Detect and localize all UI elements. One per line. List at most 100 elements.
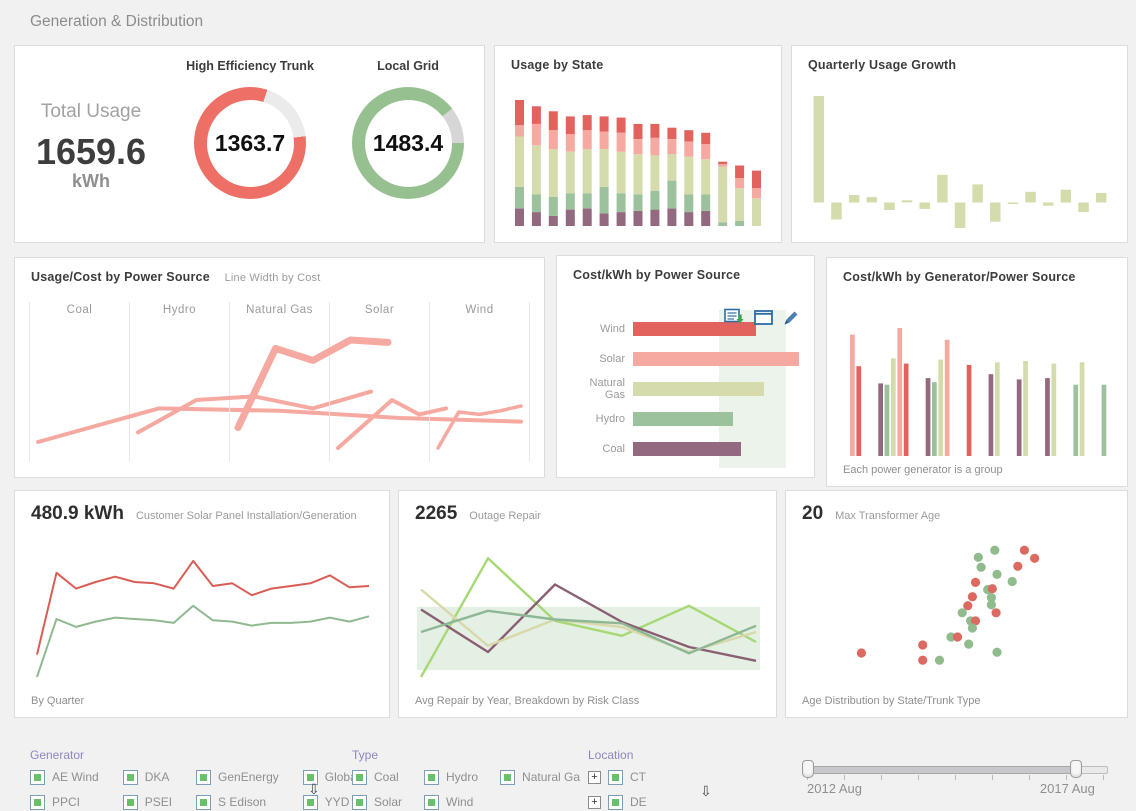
scatter-point[interactable] <box>974 553 983 562</box>
growth-bar[interactable] <box>972 184 983 202</box>
stacked-bar-segment[interactable] <box>684 130 693 141</box>
checkbox-checked-icon[interactable] <box>30 795 45 810</box>
stacked-bar-segment[interactable] <box>532 145 541 194</box>
power-source-mini-solar[interactable]: Solar <box>330 302 430 462</box>
growth-bar[interactable] <box>1061 190 1072 203</box>
scatter-point[interactable] <box>935 656 944 665</box>
scatter-point[interactable] <box>992 570 1001 579</box>
growth-bar[interactable] <box>814 96 825 203</box>
growth-bar[interactable] <box>867 197 878 202</box>
stacked-bar-segment[interactable] <box>701 133 710 144</box>
generator-bar[interactable] <box>1052 364 1057 456</box>
power-source-mini-hydro[interactable]: Hydro <box>130 302 230 462</box>
hbar-fill[interactable] <box>633 352 799 366</box>
stacked-bar-segment[interactable] <box>515 208 524 226</box>
stacked-bar-segment[interactable] <box>617 193 626 212</box>
scatter-point[interactable] <box>958 608 967 617</box>
stacked-bar-segment[interactable] <box>701 144 710 159</box>
stacked-bar-segment[interactable] <box>650 155 659 190</box>
stacked-bar-segment[interactable] <box>566 134 575 152</box>
stacked-bar-segment[interactable] <box>600 187 609 214</box>
slider-handle-start[interactable] <box>802 760 814 778</box>
scatter-point[interactable] <box>1013 562 1022 571</box>
checkbox-checked-icon[interactable] <box>608 795 623 810</box>
stacked-bar-segment[interactable] <box>617 212 626 226</box>
type-filter-natural-ga[interactable]: Natural Ga <box>500 768 580 786</box>
location-filter-ct[interactable]: +CT <box>588 768 647 786</box>
usage-cost-chart[interactable]: CoalHydroNatural GasSolarWind <box>29 302 530 462</box>
growth-bar[interactable] <box>831 203 842 220</box>
stacked-bar-segment[interactable] <box>515 187 524 208</box>
transformer-age-chart[interactable] <box>802 535 1113 687</box>
scatter-point[interactable] <box>990 546 999 555</box>
generator-filter-ppci[interactable]: PPCI <box>30 793 99 811</box>
stacked-bar-segment[interactable] <box>549 197 558 216</box>
slider-selected-range[interactable] <box>808 766 1076 774</box>
stacked-bar-segment[interactable] <box>532 212 541 226</box>
spark-line[interactable] <box>438 406 521 448</box>
stacked-bar-segment[interactable] <box>549 149 558 197</box>
scatter-point[interactable] <box>918 656 927 665</box>
checkbox-checked-icon[interactable] <box>500 770 515 785</box>
power-source-mini-natural-gas[interactable]: Natural Gas <box>230 302 330 462</box>
scatter-point[interactable] <box>1030 554 1039 563</box>
hbar-row-hydro[interactable]: Hydro <box>569 406 804 432</box>
location-filter-de[interactable]: +DE <box>588 793 647 811</box>
generator-filter-ae-wind[interactable]: AE Wind <box>30 768 99 786</box>
scatter-point[interactable] <box>1008 577 1017 586</box>
cost-kwh-chart[interactable]: WindSolarNatural GasHydroCoal <box>569 316 804 462</box>
growth-bar[interactable] <box>849 195 860 203</box>
slider-handle-end[interactable] <box>1070 760 1082 778</box>
stacked-bar-segment[interactable] <box>566 193 575 209</box>
stacked-bar-segment[interactable] <box>735 221 744 226</box>
hbar-fill[interactable] <box>633 412 733 426</box>
checkbox-checked-icon[interactable] <box>123 795 138 810</box>
line-series[interactable] <box>37 606 369 677</box>
stacked-bar-segment[interactable] <box>583 208 592 226</box>
scatter-point[interactable] <box>964 640 973 649</box>
generator-bar[interactable] <box>1073 385 1078 456</box>
growth-bar[interactable] <box>1078 203 1089 213</box>
scroll-down-icon[interactable]: ⇩ <box>700 783 712 800</box>
scatter-point[interactable] <box>968 623 977 632</box>
generator-filter-s-edison[interactable]: S Edison <box>196 793 279 811</box>
stacked-bar-segment[interactable] <box>752 198 761 226</box>
checkbox-checked-icon[interactable] <box>608 770 623 785</box>
stacked-bar-segment[interactable] <box>684 142 693 157</box>
scatter-point[interactable] <box>918 640 927 649</box>
expand-plus-icon[interactable]: + <box>588 796 601 809</box>
stacked-bar-segment[interactable] <box>549 130 558 149</box>
stacked-bar-segment[interactable] <box>701 195 710 211</box>
stacked-bar-segment[interactable] <box>667 128 676 139</box>
scatter-point[interactable] <box>977 563 986 572</box>
growth-bar[interactable] <box>902 200 913 202</box>
line-series[interactable] <box>37 561 369 655</box>
stacked-bar-segment[interactable] <box>650 124 659 138</box>
growth-bar[interactable] <box>884 203 895 211</box>
growth-bar[interactable] <box>990 203 1001 222</box>
scatter-point[interactable] <box>968 592 977 601</box>
stacked-bar-segment[interactable] <box>600 213 609 226</box>
stacked-bar-segment[interactable] <box>566 210 575 226</box>
generator-bar[interactable] <box>1017 379 1022 456</box>
stacked-bar-segment[interactable] <box>718 162 727 165</box>
stacked-bar-segment[interactable] <box>735 178 744 188</box>
scatter-point[interactable] <box>1020 546 1029 555</box>
stacked-bar-segment[interactable] <box>515 100 524 125</box>
stacked-bar-segment[interactable] <box>566 152 575 194</box>
growth-bar[interactable] <box>937 175 948 203</box>
export-table-icon[interactable] <box>724 308 745 326</box>
power-source-mini-wind[interactable]: Wind <box>430 302 530 462</box>
generator-bar[interactable] <box>850 335 855 456</box>
checkbox-checked-icon[interactable] <box>30 770 45 785</box>
growth-bar[interactable] <box>955 203 966 229</box>
hbar-row-natural-gas[interactable]: Natural Gas <box>569 376 804 402</box>
scatter-point[interactable] <box>988 584 997 593</box>
stacked-bar-segment[interactable] <box>667 154 676 181</box>
checkbox-checked-icon[interactable] <box>352 795 367 810</box>
generator-bar[interactable] <box>885 385 890 456</box>
checkbox-checked-icon[interactable] <box>352 770 367 785</box>
scatter-point[interactable] <box>953 632 962 641</box>
stacked-bar-segment[interactable] <box>634 211 643 226</box>
stacked-bar-segment[interactable] <box>718 164 727 167</box>
